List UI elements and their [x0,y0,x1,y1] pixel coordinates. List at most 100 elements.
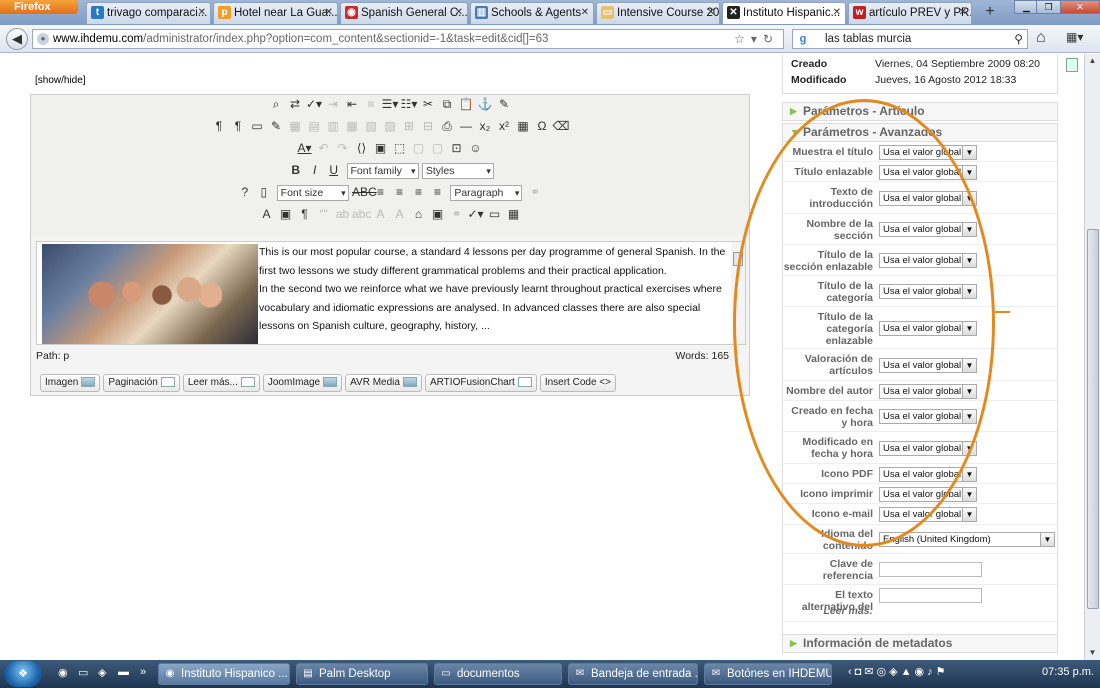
app-quicklaunch-icon[interactable]: ◈ [98,666,106,679]
param-select[interactable]: Usa el valor global ▼ [879,441,977,456]
delete-col-icon[interactable]: ⊟ [419,119,438,133]
start-button-icon[interactable]: ❖ [4,661,42,687]
ins-icon[interactable]: A [390,207,409,221]
page-scrollbar[interactable]: ▲ ▼ [1084,54,1100,660]
link-icon[interactable]: ⚭ [526,185,545,199]
editor-scrollbar[interactable] [731,242,745,344]
del-icon[interactable]: A [371,207,390,221]
article-body[interactable]: This is our most popular course, a stand… [259,243,729,336]
taskbar-item[interactable]: ✉ Bandeja de entrada ... [568,663,698,685]
align-center-icon[interactable]: ≡ [390,185,409,199]
chevron-down-icon[interactable]: ▼ [962,508,976,521]
chevron-down-icon[interactable]: ▼ [1040,533,1054,546]
browser-tab[interactable]: p Hotel near La Gua... ✕ [213,2,338,24]
strikethrough-icon[interactable]: ABC [352,185,377,199]
split-icon[interactable]: ▨ [381,119,400,133]
more-quicklaunch-icon[interactable]: » [140,666,146,678]
cite-icon[interactable]: “” [314,207,333,221]
unlink-icon[interactable]: ⚭ [447,207,466,221]
maximize-icon[interactable]: ❐ [1036,0,1061,14]
bookmark-star-icon[interactable]: ☆▾↻ [734,30,779,48]
param-select[interactable]: Usa el valor global ▼ [879,384,977,399]
image-insert-icon[interactable]: ▣ [428,207,447,221]
underline-icon[interactable]: U [324,163,343,177]
chevron-down-icon[interactable]: ▼ [962,166,976,179]
scroll-up-icon[interactable]: ▲ [1085,54,1100,68]
spellcheck-icon[interactable]: ✓▾ [305,97,324,111]
param-select[interactable]: Usa el valor global ▼ [879,222,977,237]
tab-close-icon[interactable]: ✕ [581,3,589,23]
scroll-thumb[interactable] [1087,229,1099,609]
joomimage-button[interactable]: JoomImage [262,374,343,392]
param-select[interactable]: Usa el valor global ▼ [879,487,977,502]
rtl-icon[interactable]: ¶ [229,119,248,133]
cut-icon[interactable]: ✂ [419,97,438,111]
cleanup-icon[interactable]: ✎ [495,97,514,111]
font-color-icon[interactable]: A▾ [295,141,314,155]
outdent-icon[interactable]: ⇤ [343,97,362,111]
layer2-icon[interactable]: ▢ [428,141,447,155]
format-select[interactable]: Paragraph [450,185,523,201]
layer-icon[interactable]: ▢ [409,141,428,155]
chevron-down-icon[interactable]: ▼ [962,192,976,205]
chevron-down-icon[interactable]: ▼ [962,410,976,423]
param-select[interactable]: Usa el valor global ▼ [879,165,977,180]
panel-params-advanced[interactable]: ▼ Parámetros - Avanzados [782,123,1058,142]
eraser-icon[interactable]: ⌫ [552,119,571,133]
editor-content-area[interactable]: This is our most popular course, a stand… [36,241,746,345]
system-tray-icons[interactable]: ‹◘✉◎◈▲◉♪⚑ [848,665,948,678]
chevron-down-icon[interactable]: ▼ [962,442,976,455]
param-select[interactable]: Usa el valor global ▼ [879,358,977,373]
bullet-list-icon[interactable]: ☷▾ [400,97,419,111]
omega-icon[interactable]: Ω [533,119,552,133]
taskbar-item[interactable]: ▭ documentos [434,663,562,685]
taskbar-item[interactable]: ◉ Instituto Hispanico ... [158,663,290,685]
chevron-down-icon[interactable]: ▼ [962,146,976,159]
styles-select[interactable]: Styles [421,163,494,179]
align-left-icon[interactable]: ≡ [371,185,390,199]
superscript-icon[interactable]: x² [495,119,514,133]
tab-close-icon[interactable]: ✕ [707,3,715,23]
table-col-icon[interactable]: ▥ [324,119,343,133]
sidebar-toggle-icon[interactable] [1066,58,1078,72]
edit-icon[interactable]: ✎ [267,119,286,133]
paste-icon[interactable]: 📋 [457,97,476,111]
chevron-down-icon[interactable]: ▼ [962,359,976,372]
grid-icon[interactable]: ▦ [504,207,523,221]
align-right-icon[interactable]: ≡ [409,185,428,199]
insert-code-button[interactable]: Insert Code <> [539,374,616,392]
ordered-list-icon[interactable]: ☰▾ [381,97,400,111]
panel-params-article[interactable]: ▶ Parámetros - Artículo [782,102,1058,121]
browser-tab[interactable]: w artículo PREV y PR... ✕ [848,2,972,24]
home-icon[interactable]: ⌂ [1036,29,1046,47]
chevron-down-icon[interactable]: ▼ [962,385,976,398]
bold-icon[interactable]: B [286,163,305,177]
taskbar-item[interactable]: ▤ Palm Desktop [296,663,428,685]
google-icon[interactable]: g [796,32,810,46]
folder-quicklaunch-icon[interactable]: ▭ [78,666,88,679]
image-icon[interactable]: ▣ [371,141,390,155]
find-icon[interactable]: ⌕ [267,97,286,112]
new-tab-button[interactable]: + [980,3,1000,23]
browser-tab[interactable]: t trivago comparaci... ✕ [86,2,211,24]
abbr-icon[interactable]: ab [333,207,352,221]
close-icon[interactable]: ✕ [1060,0,1100,14]
insert-col-icon[interactable]: ⊞ [400,119,419,133]
ltr-icon[interactable]: ¶ [210,119,229,133]
scroll-down-icon[interactable]: ▼ [1085,646,1100,660]
italic-icon[interactable]: I [305,163,324,177]
chevron-down-icon[interactable]: ▼ [962,322,976,335]
help-icon[interactable]: ? [235,185,254,199]
language-select[interactable]: English (United Kingdom) ▼ [879,532,1055,547]
font-size-select[interactable]: Font size [276,185,349,201]
spell-icon[interactable]: ✓▾ [466,207,485,221]
param-select[interactable]: Usa el valor global ▼ [879,145,977,160]
justify-icon[interactable]: ≡ [428,185,447,199]
style-props-icon[interactable]: A [257,207,276,221]
media-icon[interactable]: ▣ [276,207,295,221]
numbered-list-icon[interactable]: ≡ [362,97,381,111]
attribs-icon[interactable]: ⌂ [409,207,428,221]
redo-icon[interactable]: ↷ [333,141,352,155]
tab-close-icon[interactable]: ✕ [325,3,333,23]
readmore-text-input[interactable] [879,588,982,603]
